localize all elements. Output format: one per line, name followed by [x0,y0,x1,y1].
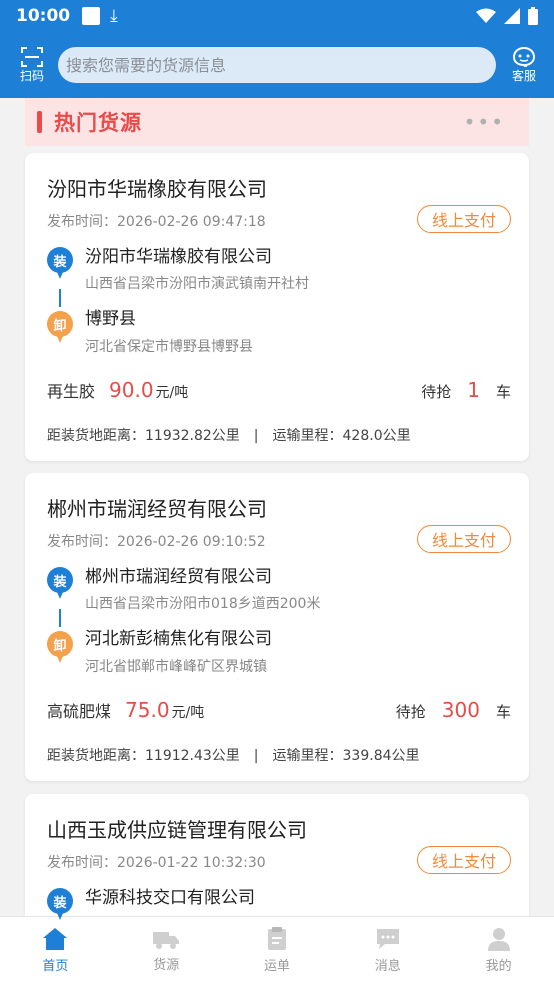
scan-label: 扫码 [19,68,44,83]
goods-price: 90.0 [109,378,154,402]
wait-count: 1 [467,378,480,402]
customer-service-label: 客服 [511,68,536,83]
search-input[interactable] [66,55,488,75]
truck-icon [153,932,180,949]
tab-label: 首页 [42,959,69,974]
goods-info: 再生胶 90.0 元/吨 [47,378,188,402]
card-publish-time: 发布时间：2026-02-26 09:10:52 [47,534,266,550]
load-address: 山西省吕梁市汾阳市演武镇南开社村 [85,276,309,292]
load-pin-icon: 装 [47,247,73,281]
load-name: 华源科技交口有限公司 [85,888,255,908]
card-company: 郴州市瑞润经贸有限公司 [47,497,267,521]
unload-address: 河北省邯郸市峰峰矿区界城镇 [85,659,267,675]
load-pin-icon: 装 [47,567,73,601]
message-icon [376,929,399,949]
notification-icon [82,7,101,25]
tab-label: 运单 [263,959,290,974]
distance-info: 距装货地距离：11912.43公里 | 运输里程：339.84公里 [47,748,420,764]
tab-home[interactable]: 首页 [0,917,111,984]
goods-name: 再生胶 [47,382,96,401]
user-icon [487,928,510,951]
online-payment-badge: 线上支付 [417,525,511,553]
unload-name: 博野县 [85,309,136,329]
cargo-card[interactable]: 山西玉成供应链管理有限公司 发布时间：2026-01-22 10:32:30 线… [25,794,529,924]
section-marker [37,111,42,133]
customer-service-button[interactable]: 客服 [506,46,542,84]
status-bar: 10:00 ⤓ [0,0,554,32]
wait-label: 待抢 [395,703,426,721]
hot-section-header: 热门货源 ••• [25,98,529,146]
wait-unit: 车 [495,703,511,721]
scan-icon [21,46,43,67]
tab-profile[interactable]: 我的 [443,917,554,984]
cargo-card[interactable]: 汾阳市华瑞橡胶有限公司 发布时间：2026-02-26 09:47:18 线上支… [25,153,529,461]
home-icon [43,928,68,950]
tab-label: 消息 [374,959,401,974]
scan-button[interactable]: 扫码 [14,46,50,84]
card-publish-time: 发布时间：2026-01-22 10:32:30 [47,855,266,871]
distance-info: 距装货地距离：11932.82公里 | 运输里程：428.0公里 [47,428,411,444]
price-unit: 元/吨 [155,385,189,401]
search-box[interactable] [58,47,496,83]
unload-address: 河北省保定市博野县博野县 [85,339,253,355]
section-title: 热门货源 [54,111,142,135]
route-line [59,609,61,627]
wifi-icon [476,8,496,23]
unload-name: 河北新彭楠焦化有限公司 [85,629,272,649]
tab-cargo[interactable]: 货源 [111,917,222,984]
load-name: 汾阳市华瑞橡胶有限公司 [85,247,272,267]
status-time: 10:00 [16,6,71,26]
wait-unit: 车 [495,383,511,401]
tab-waybill[interactable]: 运单 [222,917,333,984]
tab-label: 我的 [485,959,512,974]
online-payment-badge: 线上支付 [417,205,511,233]
customer-service-icon [512,46,536,67]
tab-messages[interactable]: 消息 [332,917,443,984]
cargo-card[interactable]: 郴州市瑞润经贸有限公司 发布时间：2026-02-26 09:10:52 线上支… [25,473,529,781]
waybill-icon [267,927,286,950]
online-payment-badge: 线上支付 [417,846,511,874]
goods-name: 高硫肥煤 [47,702,112,721]
load-name: 郴州市瑞润经贸有限公司 [85,567,272,587]
battery-icon [528,7,538,25]
wait-info: 待抢 1 车 [421,378,511,402]
wait-label: 待抢 [421,383,452,401]
tab-label: 货源 [153,958,180,973]
load-address: 山西省吕梁市汾阳市018乡道西200米 [85,596,321,612]
bottom-tab-bar: 首页 货源 运单 消息 我的 [0,916,554,984]
top-bar: 扫码 客服 [0,32,554,98]
route-line [59,289,61,307]
signal-icon [504,8,520,24]
unload-pin-icon: 卸 [47,631,73,665]
wait-info: 待抢 300 车 [396,698,511,722]
download-icon: ⤓ [110,6,118,26]
goods-info: 高硫肥煤 75.0 元/吨 [47,698,204,722]
card-publish-time: 发布时间：2026-02-26 09:47:18 [47,214,266,230]
unload-pin-icon: 卸 [47,311,73,345]
card-company: 汾阳市华瑞橡胶有限公司 [47,177,267,201]
price-unit: 元/吨 [171,705,205,721]
goods-price: 75.0 [125,698,170,722]
wait-count: 300 [441,698,480,722]
more-button[interactable]: ••• [464,110,505,134]
card-company: 山西玉成供应链管理有限公司 [47,818,307,842]
